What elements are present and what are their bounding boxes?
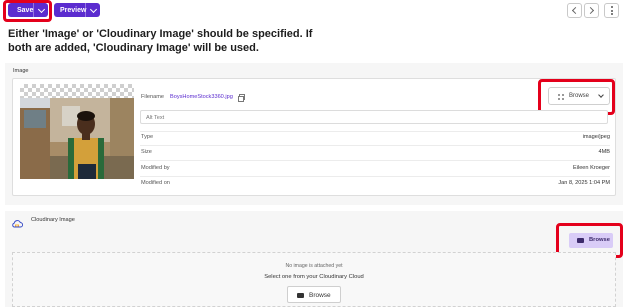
meta-type-value: image/jpeg — [582, 134, 610, 140]
notice-line-2: both are added, 'Cloudinary Image' will … — [8, 42, 259, 54]
alt-text-placeholder: Alt Text — [146, 114, 165, 121]
save-button[interactable]: Save — [8, 3, 48, 17]
chevron-right-icon — [586, 6, 595, 15]
meta-modified-by-value: Eileen Kroeger — [572, 165, 610, 171]
image-browse-label: Browse — [569, 93, 590, 99]
save-dropdown-toggle[interactable] — [33, 3, 48, 17]
preview-dropdown-toggle[interactable] — [85, 3, 100, 17]
cloudinary-field-label: Cloudinary Image — [31, 217, 75, 223]
meta-divider — [140, 145, 610, 146]
cloudinary-browse-secondary-label: Browse — [309, 291, 331, 299]
select-prompt-text: Select one from your Cloudinary Cloud — [264, 274, 364, 280]
meta-divider — [140, 160, 610, 161]
meta-size-label: Size — [141, 149, 152, 155]
cloudinary-browse-button[interactable]: Browse — [569, 233, 613, 248]
cloudinary-browse-secondary-button[interactable]: Browse — [287, 286, 341, 303]
alt-text-input[interactable]: Alt Text — [140, 110, 608, 124]
folder-icon — [297, 293, 304, 298]
more-vertical-icon — [610, 6, 613, 8]
meta-size-value: 4MB — [598, 149, 610, 155]
notice-line-1: Either 'Image' or 'Cloudinary Image' sho… — [8, 28, 313, 40]
save-button-label: Save — [17, 6, 34, 14]
chevron-down-icon — [598, 92, 604, 98]
chevron-left-icon — [571, 6, 580, 15]
copy-icon[interactable] — [238, 94, 245, 102]
cloudinary-icon — [11, 215, 24, 228]
field-notice: Either 'Image' or 'Cloudinary Image' sho… — [8, 27, 428, 55]
photo-boy-icon — [20, 98, 134, 179]
filename-label: Filename — [141, 94, 165, 100]
grid-icon — [558, 94, 564, 100]
chevron-down-icon — [89, 5, 97, 13]
image-thumbnail — [20, 98, 134, 179]
chevron-down-icon — [37, 5, 45, 13]
next-button[interactable] — [584, 3, 599, 18]
image-field-label: Image — [13, 68, 29, 74]
meta-divider — [140, 176, 610, 177]
preview-button[interactable]: Preview — [54, 3, 100, 17]
previous-button[interactable] — [567, 3, 582, 18]
image-browse-dropdown[interactable]: Browse — [548, 87, 610, 105]
meta-modified-on-value: Jan 8, 2025 1:04 PM — [558, 180, 610, 186]
folder-icon — [577, 238, 584, 243]
empty-state-text: No image is attached yet — [285, 263, 343, 269]
meta-type-label: Type — [141, 134, 154, 140]
filename-link[interactable]: BoysHomeStock3360.jpg — [170, 94, 233, 100]
meta-modified-on-label: Modified on — [141, 180, 170, 186]
meta-modified-by-label: Modified by — [141, 165, 170, 171]
meta-divider — [140, 131, 610, 132]
preview-button-label: Preview — [60, 6, 87, 14]
more-options-button[interactable] — [604, 3, 619, 18]
cloudinary-browse-label: Browse — [589, 237, 610, 243]
